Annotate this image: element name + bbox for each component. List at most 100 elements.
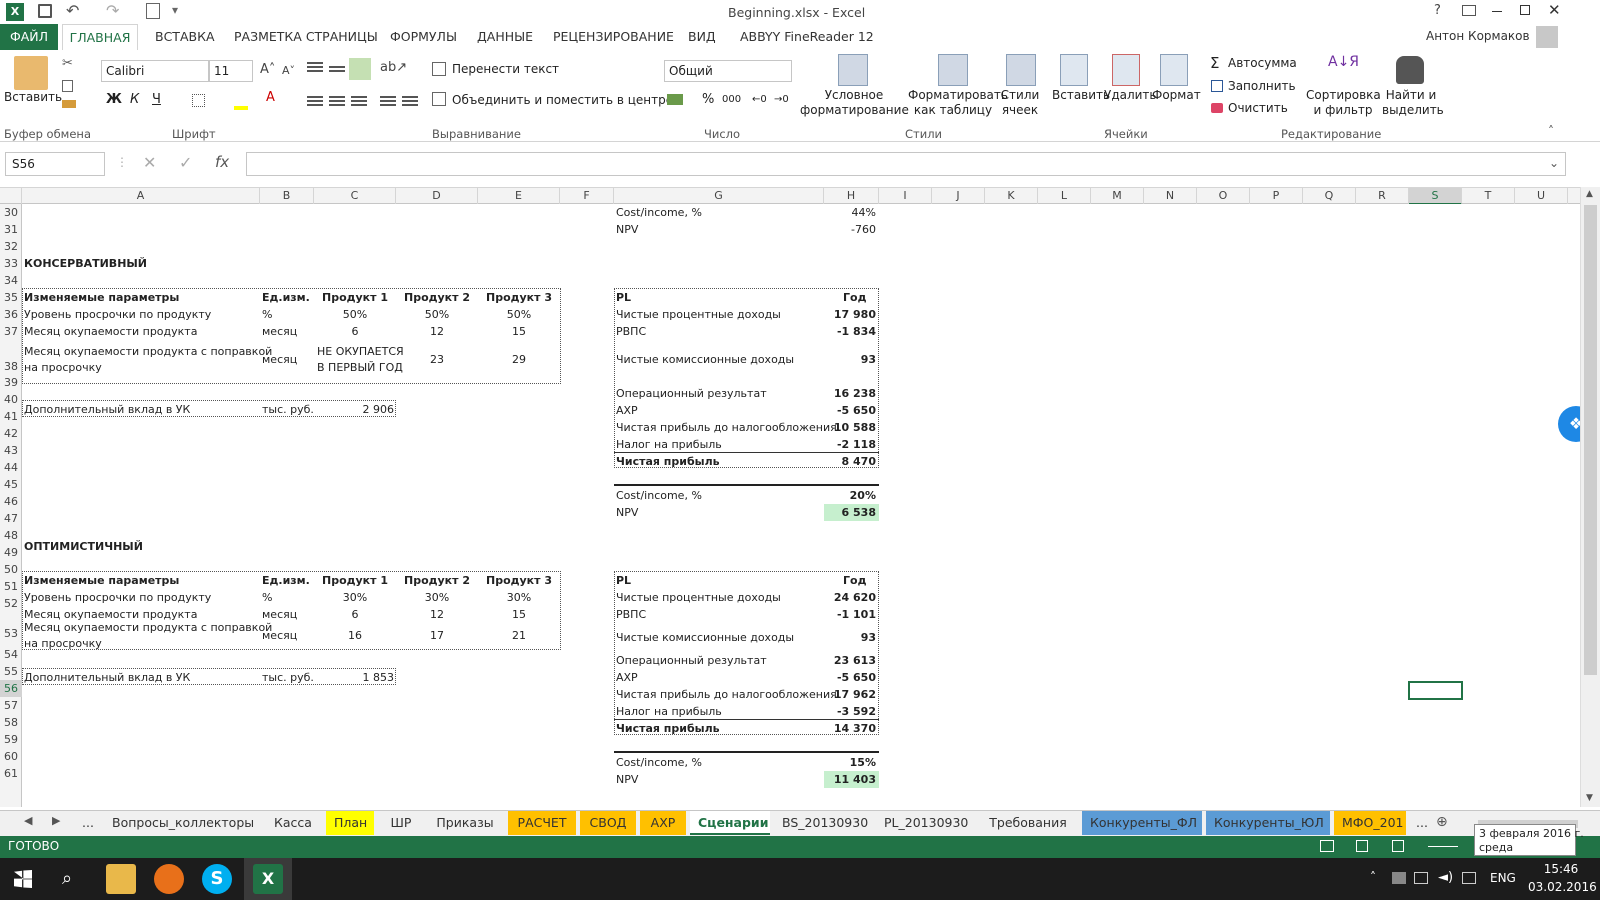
align-right-icon[interactable] (351, 96, 367, 98)
row-header[interactable]: 38 (0, 340, 22, 374)
cell-styles-icon[interactable] (1006, 54, 1036, 86)
row-header[interactable]: 48 (0, 527, 22, 544)
grow-font-icon[interactable]: A˄ (260, 62, 275, 77)
col-header[interactable]: K (985, 188, 1038, 205)
currency-icon[interactable] (667, 94, 683, 105)
col-header[interactable]: U (1515, 188, 1568, 205)
row-header[interactable]: 37 (0, 323, 22, 340)
row-header[interactable]: 30 (0, 204, 22, 221)
increase-indent-icon[interactable] (402, 96, 418, 98)
sheet-tab[interactable]: Конкуренты_ФЛ (1082, 811, 1202, 835)
row-header[interactable]: 49 (0, 544, 22, 561)
undo-icon[interactable]: ↶ (66, 1, 79, 20)
sheet-tab[interactable]: МФО_201 (1334, 811, 1406, 835)
col-header[interactable]: O (1197, 188, 1250, 205)
cancel-entry-icon[interactable]: ✕ (143, 153, 156, 172)
select-all-corner[interactable] (0, 188, 22, 205)
sort-filter-icon[interactable]: A↓Я (1328, 54, 1359, 86)
format-as-table-button[interactable]: Форматировать как таблицу (908, 88, 1008, 118)
sheet-tab-active[interactable]: Сценарии (690, 811, 770, 835)
tab-abbyy[interactable]: ABBYY FineReader 12 (740, 29, 874, 44)
user-name[interactable]: Антон Кормаков (1426, 29, 1530, 43)
row-header[interactable]: 53 (0, 612, 22, 646)
insert-cells-icon[interactable] (1060, 54, 1088, 86)
name-box[interactable]: S56 (5, 152, 105, 176)
delete-cells-icon[interactable] (1112, 54, 1140, 86)
merge-icon[interactable] (432, 92, 446, 106)
row-header[interactable]: 60 (0, 748, 22, 765)
row-header[interactable]: 47 (0, 510, 22, 527)
row-header[interactable]: 54 (0, 646, 22, 663)
formula-input[interactable] (246, 152, 1566, 176)
sheet-tab[interactable]: РАСЧЕТ (508, 811, 576, 835)
clear-button[interactable]: Очистить (1228, 101, 1288, 115)
italic-button[interactable]: К (130, 92, 139, 107)
row-header[interactable]: 36 (0, 306, 22, 323)
align-top-icon[interactable] (307, 62, 323, 64)
col-header[interactable]: C (314, 188, 396, 205)
insert-function-icon[interactable]: fx (215, 153, 229, 171)
thousands-icon[interactable]: 000 (722, 94, 741, 105)
orientation-icon[interactable]: ab↗ (380, 60, 407, 75)
row-header[interactable]: 39 (0, 374, 22, 391)
col-header[interactable]: A (22, 188, 260, 205)
tab-review[interactable]: РЕЦЕНЗИРОВАНИЕ (553, 29, 674, 44)
col-header[interactable]: J (932, 188, 985, 205)
tab-data[interactable]: ДАННЫЕ (477, 29, 533, 44)
decrease-decimal-icon[interactable]: →0 (774, 94, 789, 105)
customize-qat-icon[interactable]: ▾ (172, 3, 178, 17)
fill-icon[interactable] (1211, 80, 1223, 92)
merge-center-button[interactable]: Объединить и поместить в центре (452, 93, 673, 107)
row-header[interactable]: 32 (0, 238, 22, 255)
clock-date[interactable]: 03.02.2016 (1528, 880, 1597, 894)
row-header-selected[interactable]: 56 (0, 680, 22, 697)
tab-formulas[interactable]: ФОРМУЛЫ (390, 29, 457, 44)
col-header[interactable]: Q (1303, 188, 1356, 205)
windows-start-icon[interactable] (14, 870, 32, 888)
sheet-tab[interactable]: СВОД (580, 811, 636, 835)
sheet-tab[interactable]: ШР (380, 811, 422, 835)
row-header[interactable]: 51 (0, 578, 22, 595)
row-header[interactable]: 31 (0, 221, 22, 238)
notification-icon[interactable] (1462, 872, 1476, 884)
bold-button[interactable]: Ж (106, 92, 122, 107)
sheet-tab[interactable]: BS_20130930 (774, 811, 870, 835)
tray-app-icon[interactable] (1392, 872, 1406, 884)
print-preview-icon[interactable] (146, 3, 160, 19)
shrink-font-icon[interactable]: A˅ (282, 64, 295, 77)
tab-view[interactable]: ВИД (688, 29, 716, 44)
next-sheet-icon[interactable]: ▶ (52, 814, 60, 827)
col-header[interactable]: D (396, 188, 478, 205)
decrease-indent-icon[interactable] (380, 96, 396, 98)
underline-button[interactable]: Ч (152, 92, 161, 107)
restore-icon[interactable] (1520, 5, 1530, 15)
sheet-tab[interactable]: Вопросы_коллекторы (104, 811, 258, 835)
paste-icon[interactable] (14, 56, 48, 90)
prev-sheet-icon[interactable]: ◀ (24, 814, 32, 827)
fill-button[interactable]: Заполнить (1228, 79, 1296, 93)
eraser-icon[interactable] (1211, 103, 1223, 113)
skype-icon[interactable]: S (202, 864, 232, 894)
excel-taskbar-icon[interactable]: X (253, 864, 283, 894)
tab-page-layout[interactable]: РАЗМЕТКА СТРАНИЦЫ (234, 29, 378, 44)
autosum-button[interactable]: Автосумма (1228, 56, 1297, 70)
font-name-select[interactable]: Calibri (101, 60, 209, 82)
row-header[interactable]: 61 (0, 765, 22, 782)
col-header-selected[interactable]: S (1409, 188, 1462, 205)
font-color-icon[interactable]: A (266, 90, 275, 105)
autosum-icon[interactable]: Σ (1210, 54, 1219, 72)
align-left-icon[interactable] (307, 96, 323, 98)
clock-time[interactable]: 15:46 (1530, 862, 1592, 876)
network-icon[interactable] (1414, 872, 1428, 884)
col-header[interactable]: T (1462, 188, 1515, 205)
col-header[interactable]: P (1250, 188, 1303, 205)
add-sheet-icon[interactable]: ⊕ (1436, 814, 1448, 830)
conditional-format-button[interactable]: Условное форматирование (800, 88, 909, 118)
col-header[interactable]: E (478, 188, 560, 205)
increase-decimal-icon[interactable]: ←0 (752, 94, 767, 105)
row-header[interactable]: 57 (0, 697, 22, 714)
col-header[interactable]: I (879, 188, 932, 205)
paste-button[interactable]: Вставить (4, 90, 62, 105)
col-header[interactable]: G (614, 188, 824, 205)
cut-icon[interactable]: ✂ (62, 56, 73, 71)
